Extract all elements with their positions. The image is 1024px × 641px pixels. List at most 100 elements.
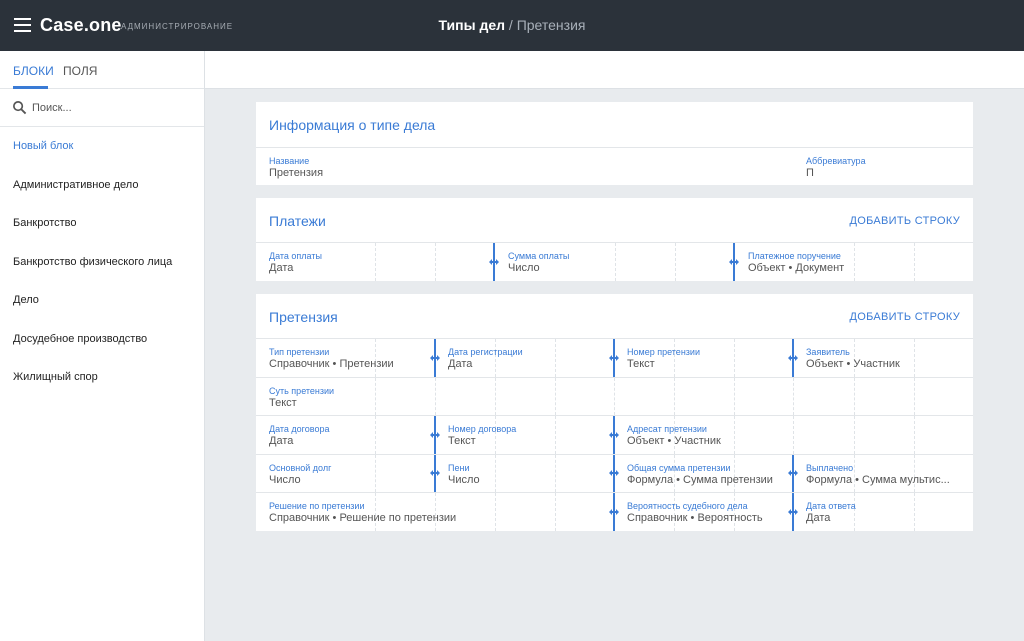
top-bar: Case.one АДМИНИСТРИРОВАНИЕ Типы дел / Пр… (0, 0, 1024, 51)
claim-row: Основной долг Число Пени Число Общая сум… (256, 453, 973, 493)
field-value: Дата (806, 512, 831, 524)
resize-arrows-icon[interactable] (489, 258, 499, 266)
title-separator: / (505, 17, 517, 33)
resize-arrows-icon[interactable] (430, 469, 440, 477)
field-label: Тип претензии (269, 347, 330, 357)
field-claim-addressee[interactable]: Адресат претензии Объект • Участник (614, 416, 973, 454)
sidebar-search (0, 89, 204, 127)
claim-card-title: Претензия (269, 309, 338, 325)
field-claim-essence[interactable]: Суть претензии Текст (256, 378, 973, 416)
field-label: Дата регистрации (448, 347, 523, 357)
field-label: Сумма оплаты (508, 251, 570, 261)
field-response-date[interactable]: Дата ответа Дата (793, 493, 973, 531)
field-value: Объект • Документ (748, 262, 845, 274)
resize-arrows-icon[interactable] (788, 469, 798, 477)
field-label: Основной долг (269, 462, 332, 473)
field-value: Претензия (269, 167, 324, 179)
field-name[interactable]: Название Претензия (256, 148, 793, 185)
resize-arrows-icon[interactable] (788, 354, 798, 362)
field-label: Дата ответа (806, 501, 856, 511)
field-label: Название (269, 156, 310, 166)
add-row-button[interactable]: ДОБАВИТЬ СТРОКУ (849, 311, 960, 323)
field-value: Число (508, 262, 540, 274)
field-paid[interactable]: Выплачено Формула • Сумма мультис... (793, 455, 973, 493)
resize-arrows-icon[interactable] (788, 508, 798, 516)
field-label: Дата договора (269, 424, 330, 434)
field-value: Текст (627, 358, 655, 370)
claim-row: Дата договора Дата Номер договора Текст … (256, 415, 973, 454)
sidebar-item-bankruptcy[interactable]: Банкротство (0, 204, 204, 243)
payments-card: Платежи ДОБАВИТЬ СТРОКУ Дата оплаты Дата… (256, 198, 973, 281)
field-label: Адресат претензии (627, 424, 707, 434)
field-abbreviation[interactable]: Аббревиатура П (793, 148, 973, 185)
tab-blocks[interactable]: БЛОКИ (13, 64, 54, 78)
block-list: Новый блок Административное дело Банкрот… (0, 127, 204, 397)
resize-arrows-icon[interactable] (609, 354, 619, 362)
field-label: Номер договора (448, 424, 517, 434)
field-claim-number[interactable]: Номер претензии Текст (614, 339, 793, 377)
claim-row: Суть претензии Текст (256, 376, 973, 416)
field-value: Число (269, 473, 301, 486)
new-block-button[interactable]: Новый блок (0, 127, 204, 166)
info-row: Название Претензия Аббревиатура П (256, 147, 973, 185)
resize-arrows-icon[interactable] (430, 354, 440, 362)
field-penalty[interactable]: Пени Число (435, 455, 614, 493)
field-value: Текст (448, 435, 476, 447)
field-contract-date[interactable]: Дата договора Дата (256, 416, 435, 454)
page-title-main[interactable]: Типы дел (439, 17, 506, 33)
sidebar-item-administrative[interactable]: Административное дело (0, 166, 204, 205)
info-card: Информация о типе дела Название Претензи… (256, 102, 973, 185)
field-applicant[interactable]: Заявитель Объект • Участник (793, 339, 973, 377)
page-title-sub: Претензия (516, 17, 586, 33)
field-payment-order[interactable]: Платежное поручение Объект • Документ (735, 243, 973, 281)
field-total-claim-amount[interactable]: Общая сумма претензии Формула • Сумма пр… (614, 455, 793, 493)
field-court-probability[interactable]: Вероятность судебного дела Справочник • … (614, 493, 793, 531)
resize-arrows-icon[interactable] (609, 508, 619, 516)
content-header (205, 51, 1024, 89)
field-value: Объект • Участник (627, 435, 721, 447)
sidebar-item-housing[interactable]: Жилищный спор (0, 358, 204, 397)
claim-row: Тип претензии Справочник • Претензии Дат… (256, 338, 973, 377)
field-registration-date[interactable]: Дата регистрации Дата (435, 339, 614, 377)
add-row-button[interactable]: ДОБАВИТЬ СТРОКУ (849, 215, 960, 227)
sidebar-item-pretrial[interactable]: Досудебное производство (0, 320, 204, 359)
claim-row: Решение по претензии Справочник • Решени… (256, 492, 973, 531)
tab-fields[interactable]: ПОЛЯ (63, 64, 97, 78)
resize-arrows-icon[interactable] (729, 258, 739, 266)
claim-card: Претензия ДОБАВИТЬ СТРОКУ Тип претензии … (256, 294, 973, 531)
resize-arrows-icon[interactable] (609, 431, 619, 439)
page-title: Типы дел / Претензия (0, 17, 1024, 33)
field-label: Вероятность судебного дела (627, 501, 748, 511)
payments-row: Дата оплаты Дата Сумма оплаты Число Плат… (256, 242, 973, 281)
field-label: Дата оплаты (269, 251, 322, 261)
field-contract-number[interactable]: Номер договора Текст (435, 416, 614, 454)
sidebar-item-case[interactable]: Дело (0, 281, 204, 320)
resize-arrows-icon[interactable] (609, 469, 619, 477)
field-value: Число (448, 473, 480, 486)
search-icon (13, 101, 27, 115)
field-payment-amount[interactable]: Сумма оплаты Число (495, 243, 733, 281)
field-value: Справочник • Решение по претензии (269, 512, 457, 524)
field-value: Дата (448, 358, 473, 370)
field-principal-debt[interactable]: Основной долг Число (256, 455, 435, 493)
resize-arrows-icon[interactable] (430, 431, 440, 439)
field-label: Пени (448, 462, 470, 473)
field-claim-decision[interactable]: Решение по претензии Справочник • Решени… (256, 493, 614, 531)
field-value: Справочник • Вероятность (627, 512, 763, 524)
field-value: Текст (269, 396, 297, 409)
info-card-title: Информация о типе дела (269, 117, 436, 133)
field-label: Суть претензии (269, 385, 335, 396)
field-label: Номер претензии (627, 347, 700, 357)
sidebar-item-personal-bankruptcy[interactable]: Банкротство физического лица (0, 243, 204, 282)
sidebar: БЛОКИ ПОЛЯ Новый блок Административное д… (0, 51, 205, 641)
field-value: Формула • Сумма мультис... (806, 473, 950, 486)
search-input[interactable] (32, 99, 192, 117)
field-label: Заявитель (806, 347, 850, 357)
field-claim-type[interactable]: Тип претензии Справочник • Претензии (256, 339, 435, 377)
field-value: Дата (269, 435, 294, 447)
field-payment-date[interactable]: Дата оплаты Дата (256, 243, 494, 281)
field-label: Аббревиатура (806, 156, 866, 166)
field-label: Выплачено (806, 462, 854, 473)
field-label: Платежное поручение (748, 251, 841, 261)
field-value: П (806, 167, 814, 179)
